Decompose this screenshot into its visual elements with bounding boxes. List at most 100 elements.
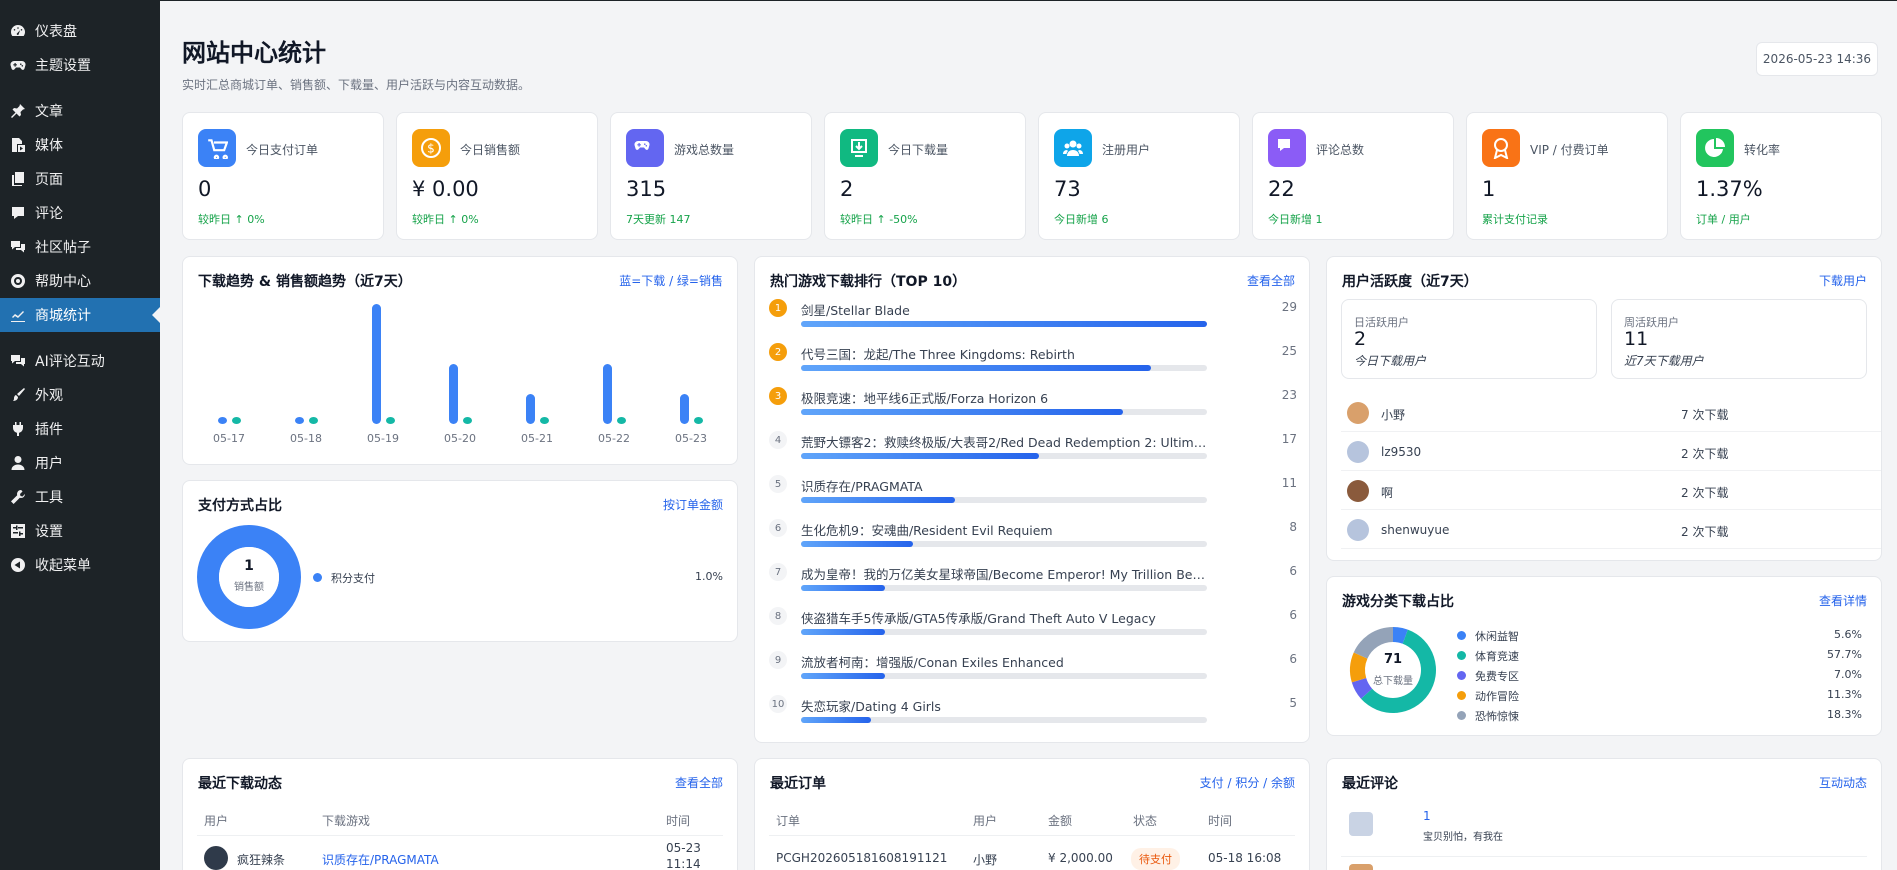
category-legend-item: 恐怖惊悚 18.3% bbox=[1457, 707, 1862, 725]
ranking-item[interactable]: 2 代号三国：龙起/The Three Kingdoms: Rebirth 25 bbox=[755, 343, 1311, 383]
category-pct: 5.6% bbox=[1834, 628, 1862, 641]
user-icon bbox=[10, 455, 26, 471]
comment-avatar bbox=[1349, 864, 1373, 870]
sidebar-item-item-10[interactable]: 外观 bbox=[0, 378, 160, 412]
dau-box: 日活跃用户 2 今日下载用户 bbox=[1341, 299, 1597, 379]
stat-footnote: 订单 / 用户 bbox=[1696, 213, 1751, 226]
recent-downloads-panel: 最近下载动态 查看全部 用户 下载游戏 时间 疯狂辣条 识质存在/PRAGMAT… bbox=[182, 758, 738, 870]
sidebar-item-item-15[interactable]: 收起菜单 bbox=[0, 548, 160, 582]
sidebar-item-item-3[interactable]: 媒体 bbox=[0, 128, 160, 162]
stat-footnote: 较昨日 ↑ -50% bbox=[840, 213, 918, 226]
sidebar-item-item-12[interactable]: 用户 bbox=[0, 446, 160, 480]
x-tick-label: 05-21 bbox=[521, 432, 553, 445]
user-name: 小野 bbox=[1381, 408, 1406, 422]
ranking-item[interactable]: 8 侠盗猎车手5传承版/GTA5传承版/Grand Theft Auto V Le… bbox=[755, 607, 1311, 647]
sidebar-item-item-14[interactable]: 设置 bbox=[0, 514, 160, 548]
stat-label: 转化率 bbox=[1744, 143, 1781, 157]
active-user-row[interactable]: shenwuyue 2 次下载 bbox=[1341, 510, 1881, 549]
payment-method-pct: 1.0% bbox=[695, 570, 723, 583]
ranking-item[interactable]: 10 失恋玩家/Dating 4 Girls 5 bbox=[755, 695, 1311, 735]
sidebar-item-item-2[interactable]: 文章 bbox=[0, 94, 160, 128]
activity-title: 用户活跃度（近7天） bbox=[1342, 274, 1478, 290]
wrench-icon bbox=[10, 489, 26, 505]
recent-downloads-link[interactable]: 查看全部 bbox=[675, 774, 723, 791]
dau-value: 2 bbox=[1354, 328, 1367, 350]
comment-link[interactable]: 1 bbox=[1423, 809, 1431, 823]
active-user-row[interactable]: 啊 2 次下载 bbox=[1341, 471, 1881, 510]
sidebar-item-label: 帮助中心 bbox=[35, 274, 91, 290]
x-tick-label: 05-22 bbox=[598, 432, 630, 445]
col-header-time: 时间 bbox=[666, 814, 691, 828]
stat-value: 22 bbox=[1268, 177, 1295, 201]
stat-label: 评论总数 bbox=[1316, 143, 1365, 157]
ranking-item[interactable]: 9 流放者柯南：增强版/Conan Exiles Enhanced 6 bbox=[755, 651, 1311, 691]
trend-legend-note: 蓝=下载 / 绿=销售 bbox=[619, 274, 723, 288]
stat-card: 游戏总数量 315 7天更新 147 bbox=[610, 112, 812, 240]
sidebar-item-item-0[interactable]: 仪表盘 bbox=[0, 14, 160, 48]
sidebar-item-item-4[interactable]: 页面 bbox=[0, 162, 160, 196]
stat-value: 0 bbox=[198, 177, 212, 201]
download-count: 11 bbox=[1281, 476, 1297, 490]
rank-number: 3 bbox=[769, 387, 787, 405]
recent-orders-link[interactable]: 支付 / 积分 / 余额 bbox=[1200, 774, 1295, 791]
user-download-count: 2 次下载 bbox=[1681, 525, 1729, 539]
download-user: 疯狂辣条 bbox=[237, 853, 286, 867]
download-game-link[interactable]: 识质存在/PRAGMATA bbox=[322, 851, 439, 868]
stat-card: 今日下载量 2 较昨日 ↑ -50% bbox=[824, 112, 1026, 240]
category-legend-item: 免费专区 7.0% bbox=[1457, 667, 1862, 685]
payment-method-name: 积分支付 bbox=[331, 572, 375, 585]
sidebar-item-label: 社区帖子 bbox=[35, 240, 91, 256]
ranking-view-all[interactable]: 查看全部 bbox=[1247, 272, 1295, 289]
game-name: 成为皇帝！我的万亿美女星球帝国/Become Emperor! My Trill… bbox=[801, 567, 1211, 582]
rank-number: 4 bbox=[769, 431, 787, 449]
sidebar-item-item-1[interactable]: 主题设置 bbox=[0, 48, 160, 82]
category-legend-item: 体育竞速 57.7% bbox=[1457, 647, 1862, 665]
recent-comments-link[interactable]: 互动动态 bbox=[1819, 774, 1867, 791]
activity-link[interactable]: 下载用户 bbox=[1819, 272, 1867, 289]
sidebar-item-item-8[interactable]: 商城统计 bbox=[0, 298, 160, 332]
page-subtitle: 实时汇总商城订单、销售额、下载量、用户活跃与内容互动数据。 bbox=[182, 78, 531, 92]
x-tick-label: 05-18 bbox=[290, 432, 322, 445]
active-user-row[interactable]: 小野 7 次下载 bbox=[1341, 393, 1881, 432]
stat-label: VIP / 付费订单 bbox=[1530, 143, 1609, 157]
active-user-row[interactable]: lz9530 2 次下载 bbox=[1341, 432, 1881, 471]
category-legend-item: 动作冒险 11.3% bbox=[1457, 687, 1862, 705]
user-download-count: 7 次下载 bbox=[1681, 408, 1729, 422]
pin-icon bbox=[10, 103, 26, 119]
category-link[interactable]: 查看详情 bbox=[1819, 592, 1867, 609]
table-row[interactable]: PCGH202605181608191121 小野 ¥ 2,000.00 待支付… bbox=[755, 841, 1311, 870]
sidebar-item-ai-comments[interactable]: AI评论互动 bbox=[0, 344, 160, 378]
download-bar bbox=[295, 417, 304, 424]
trend-title: 下载趋势 & 销售额趋势（近7天） bbox=[198, 274, 412, 290]
sidebar-item-label: 收起菜单 bbox=[35, 558, 91, 574]
stat-card: 评论总数 22 今日新增 1 bbox=[1252, 112, 1454, 240]
col-header-user: 用户 bbox=[204, 814, 229, 828]
ranking-item[interactable]: 5 识质存在/PRAGMATA 11 bbox=[755, 475, 1311, 515]
sidebar-item-item-11[interactable]: 插件 bbox=[0, 412, 160, 446]
category-center-value: 71 bbox=[1383, 652, 1403, 667]
ranking-item[interactable]: 1 剑星/Stellar Blade 29 bbox=[755, 299, 1311, 339]
order-amount: ¥ 2,000.00 bbox=[1048, 851, 1113, 865]
sidebar-item-label: 插件 bbox=[35, 422, 63, 438]
ranking-item[interactable]: 7 成为皇帝！我的万亿美女星球帝国/Become Emperor! My Tril… bbox=[755, 563, 1311, 603]
ranking-item[interactable]: 6 生化危机9：安魂曲/Resident Evil Requiem 8 bbox=[755, 519, 1311, 559]
col-header-game: 下载游戏 bbox=[322, 814, 371, 828]
ranking-item[interactable]: 3 极限竞速：地平线6正式版/Forza Horizon 6 23 bbox=[755, 387, 1311, 427]
category-donut bbox=[1350, 627, 1436, 713]
game-name: 失恋玩家/Dating 4 Girls bbox=[801, 699, 941, 714]
sidebar-item-item-6[interactable]: 社区帖子 bbox=[0, 230, 160, 264]
payment-link[interactable]: 按订单金额 bbox=[663, 496, 723, 513]
category-pct: 57.7% bbox=[1827, 648, 1862, 661]
download-bar bbox=[526, 394, 535, 424]
legend-dot bbox=[1457, 691, 1466, 700]
ranking-item[interactable]: 4 荒野大镖客2：救赎终极版/大表哥2/Red Dead Redemption 2… bbox=[755, 431, 1311, 471]
sidebar-item-item-7[interactable]: 帮助中心 bbox=[0, 264, 160, 298]
sidebar-item-item-5[interactable]: 评论 bbox=[0, 196, 160, 230]
download-bar bbox=[372, 304, 381, 424]
game-name: 极限竞速：地平线6正式版/Forza Horizon 6 bbox=[801, 391, 1049, 406]
stat-label: 今日销售额 bbox=[460, 143, 521, 157]
rank-number: 6 bbox=[769, 519, 787, 537]
col-header-status: 状态 bbox=[1133, 814, 1158, 828]
sales-bar bbox=[232, 417, 241, 424]
sidebar-item-item-13[interactable]: 工具 bbox=[0, 480, 160, 514]
